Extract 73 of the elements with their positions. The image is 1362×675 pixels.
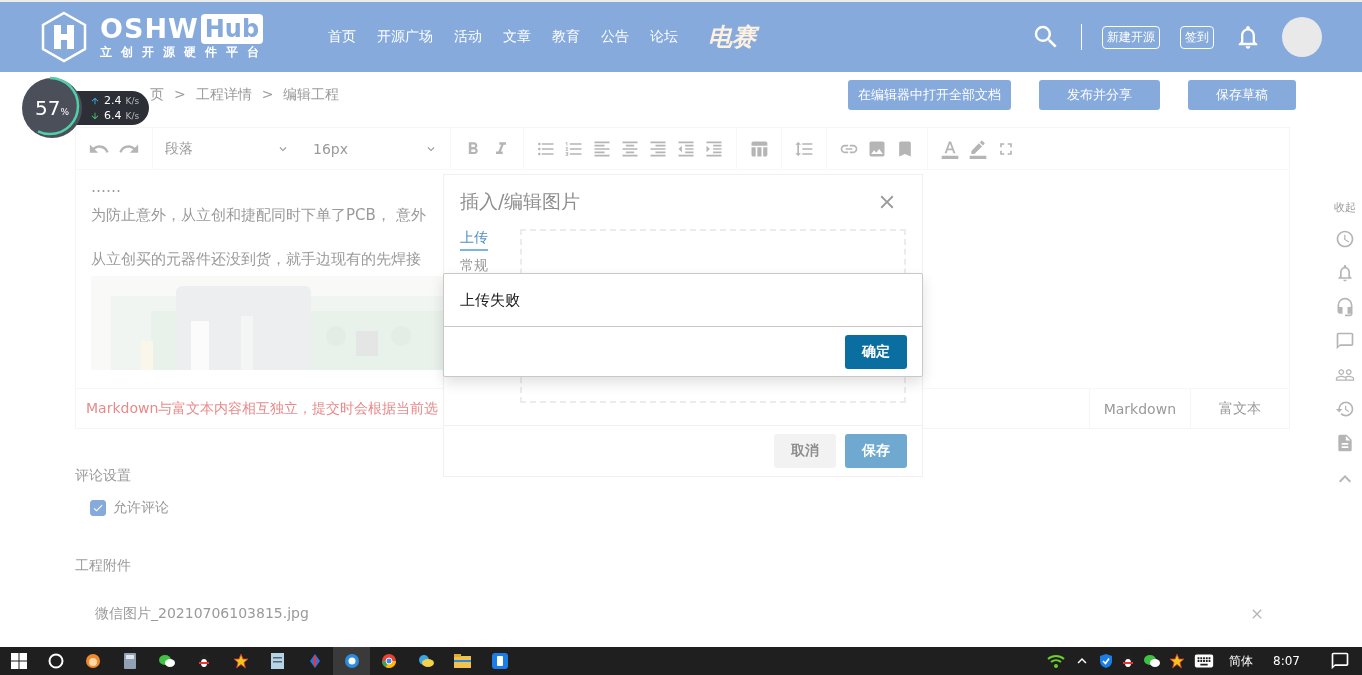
checkbox[interactable] (90, 500, 106, 516)
breadcrumb-separator: > (174, 86, 186, 104)
nav-link[interactable]: 文章 (503, 28, 531, 46)
mode-button[interactable]: 富文本 (1190, 389, 1289, 428)
confirm-button[interactable]: 确定 (845, 334, 907, 369)
phone-icon[interactable] (491, 653, 508, 669)
avatar[interactable] (1282, 17, 1322, 57)
editor-paragraph: 从立创买的元器件还没到货，就手边现有的先焊接 (91, 249, 421, 270)
breadcrumb-link[interactable]: 页 (150, 86, 164, 104)
download-speed: 6.4 K/s (90, 109, 140, 122)
action-button[interactable]: 保存草稿 (1188, 80, 1296, 110)
folder-icon[interactable] (454, 654, 471, 668)
checkin-button[interactable]: 签到 (1180, 25, 1214, 49)
star-icon[interactable] (1169, 653, 1186, 669)
logo-badge: Hub (200, 13, 264, 44)
section-title: 评论设置 (75, 467, 132, 485)
breadcrumb-separator: > (261, 86, 274, 104)
breadcrumb-link[interactable]: 编辑工程 (283, 86, 340, 104)
nav-link[interactable]: 开源广场 (377, 28, 433, 46)
clock-icon[interactable] (1335, 229, 1355, 249)
editor-paragraph: …… (91, 177, 121, 198)
nav-link[interactable]: 首页 (328, 28, 356, 46)
notepad-icon[interactable] (271, 653, 284, 669)
block-format-select[interactable]: 段落 (165, 139, 290, 158)
document-icon[interactable] (1335, 433, 1355, 453)
check-icon (92, 502, 104, 514)
chrome-icon[interactable] (380, 653, 397, 669)
alert-message: 上传失败 (444, 274, 922, 327)
face-icon[interactable] (84, 653, 101, 669)
action-button[interactable]: 发布并分享 (1039, 80, 1160, 110)
cpu-percent: 57% (35, 96, 69, 120)
checkbox-label: 允许评论 (113, 499, 169, 517)
windows-logo-icon[interactable] (10, 653, 27, 669)
clock-time[interactable]: 8:07 (1273, 654, 1300, 668)
nav-link[interactable]: 教育 (552, 28, 580, 46)
highlighter-icon[interactable] (968, 138, 988, 159)
dialog-title: 插入/编辑图片 (460, 189, 581, 214)
mode-button[interactable]: Markdown (1088, 389, 1190, 428)
logo-icon[interactable] (40, 11, 88, 63)
star-icon[interactable] (232, 653, 249, 669)
save-button[interactable]: 保存 (845, 434, 907, 468)
bell-icon[interactable] (1335, 263, 1355, 283)
nav-link[interactable]: 活动 (454, 28, 482, 46)
create-button[interactable]: 新建开源 (1102, 25, 1160, 49)
notification-icon[interactable] (1330, 651, 1350, 671)
browser-icon[interactable] (343, 653, 360, 669)
cloud-icon[interactable] (416, 653, 435, 669)
shield-icon[interactable] (1099, 653, 1114, 669)
dialog-tab[interactable]: 上传 (460, 229, 488, 251)
font-size-select[interactable]: 16px (313, 140, 438, 157)
headset-icon[interactable] (1335, 297, 1355, 317)
editor-notice: Markdown与富文本内容相互独立，提交时会根据当前选 (86, 399, 439, 418)
section-title: 工程附件 (75, 557, 132, 575)
chat-bubbles-icon[interactable] (1143, 653, 1162, 669)
upload-speed: 2.4 K/s (90, 94, 140, 107)
pin-icon[interactable] (308, 653, 321, 669)
circle-icon[interactable] (47, 653, 64, 669)
file-name[interactable]: 微信图片_20210706103815.jpg (95, 605, 309, 623)
nav-link[interactable]: 论坛 (650, 28, 678, 46)
nav-link[interactable]: 公告 (601, 28, 629, 46)
logo-subtitle: 立创开源硬件平台 (100, 44, 268, 61)
collapse-link[interactable]: 收起 (1334, 200, 1356, 215)
input-language[interactable]: 简体 (1229, 652, 1254, 670)
history-icon[interactable] (1335, 399, 1355, 419)
chat-icon[interactable] (1335, 331, 1355, 351)
chat-bubbles-icon[interactable] (157, 653, 176, 669)
action-button[interactable]: 在编辑器中打开全部文档 (848, 80, 1011, 110)
logo-title: OSHW (100, 13, 199, 44)
breadcrumb-link[interactable]: 工程详情 (195, 86, 252, 104)
calculator-icon[interactable] (123, 653, 136, 669)
editor-paragraph: 为防止意外，从立创和捷配同时下单了PCB， 意外 (91, 205, 426, 226)
wifi-icon[interactable] (1047, 654, 1066, 668)
cancel-button[interactable]: 取消 (774, 434, 836, 468)
